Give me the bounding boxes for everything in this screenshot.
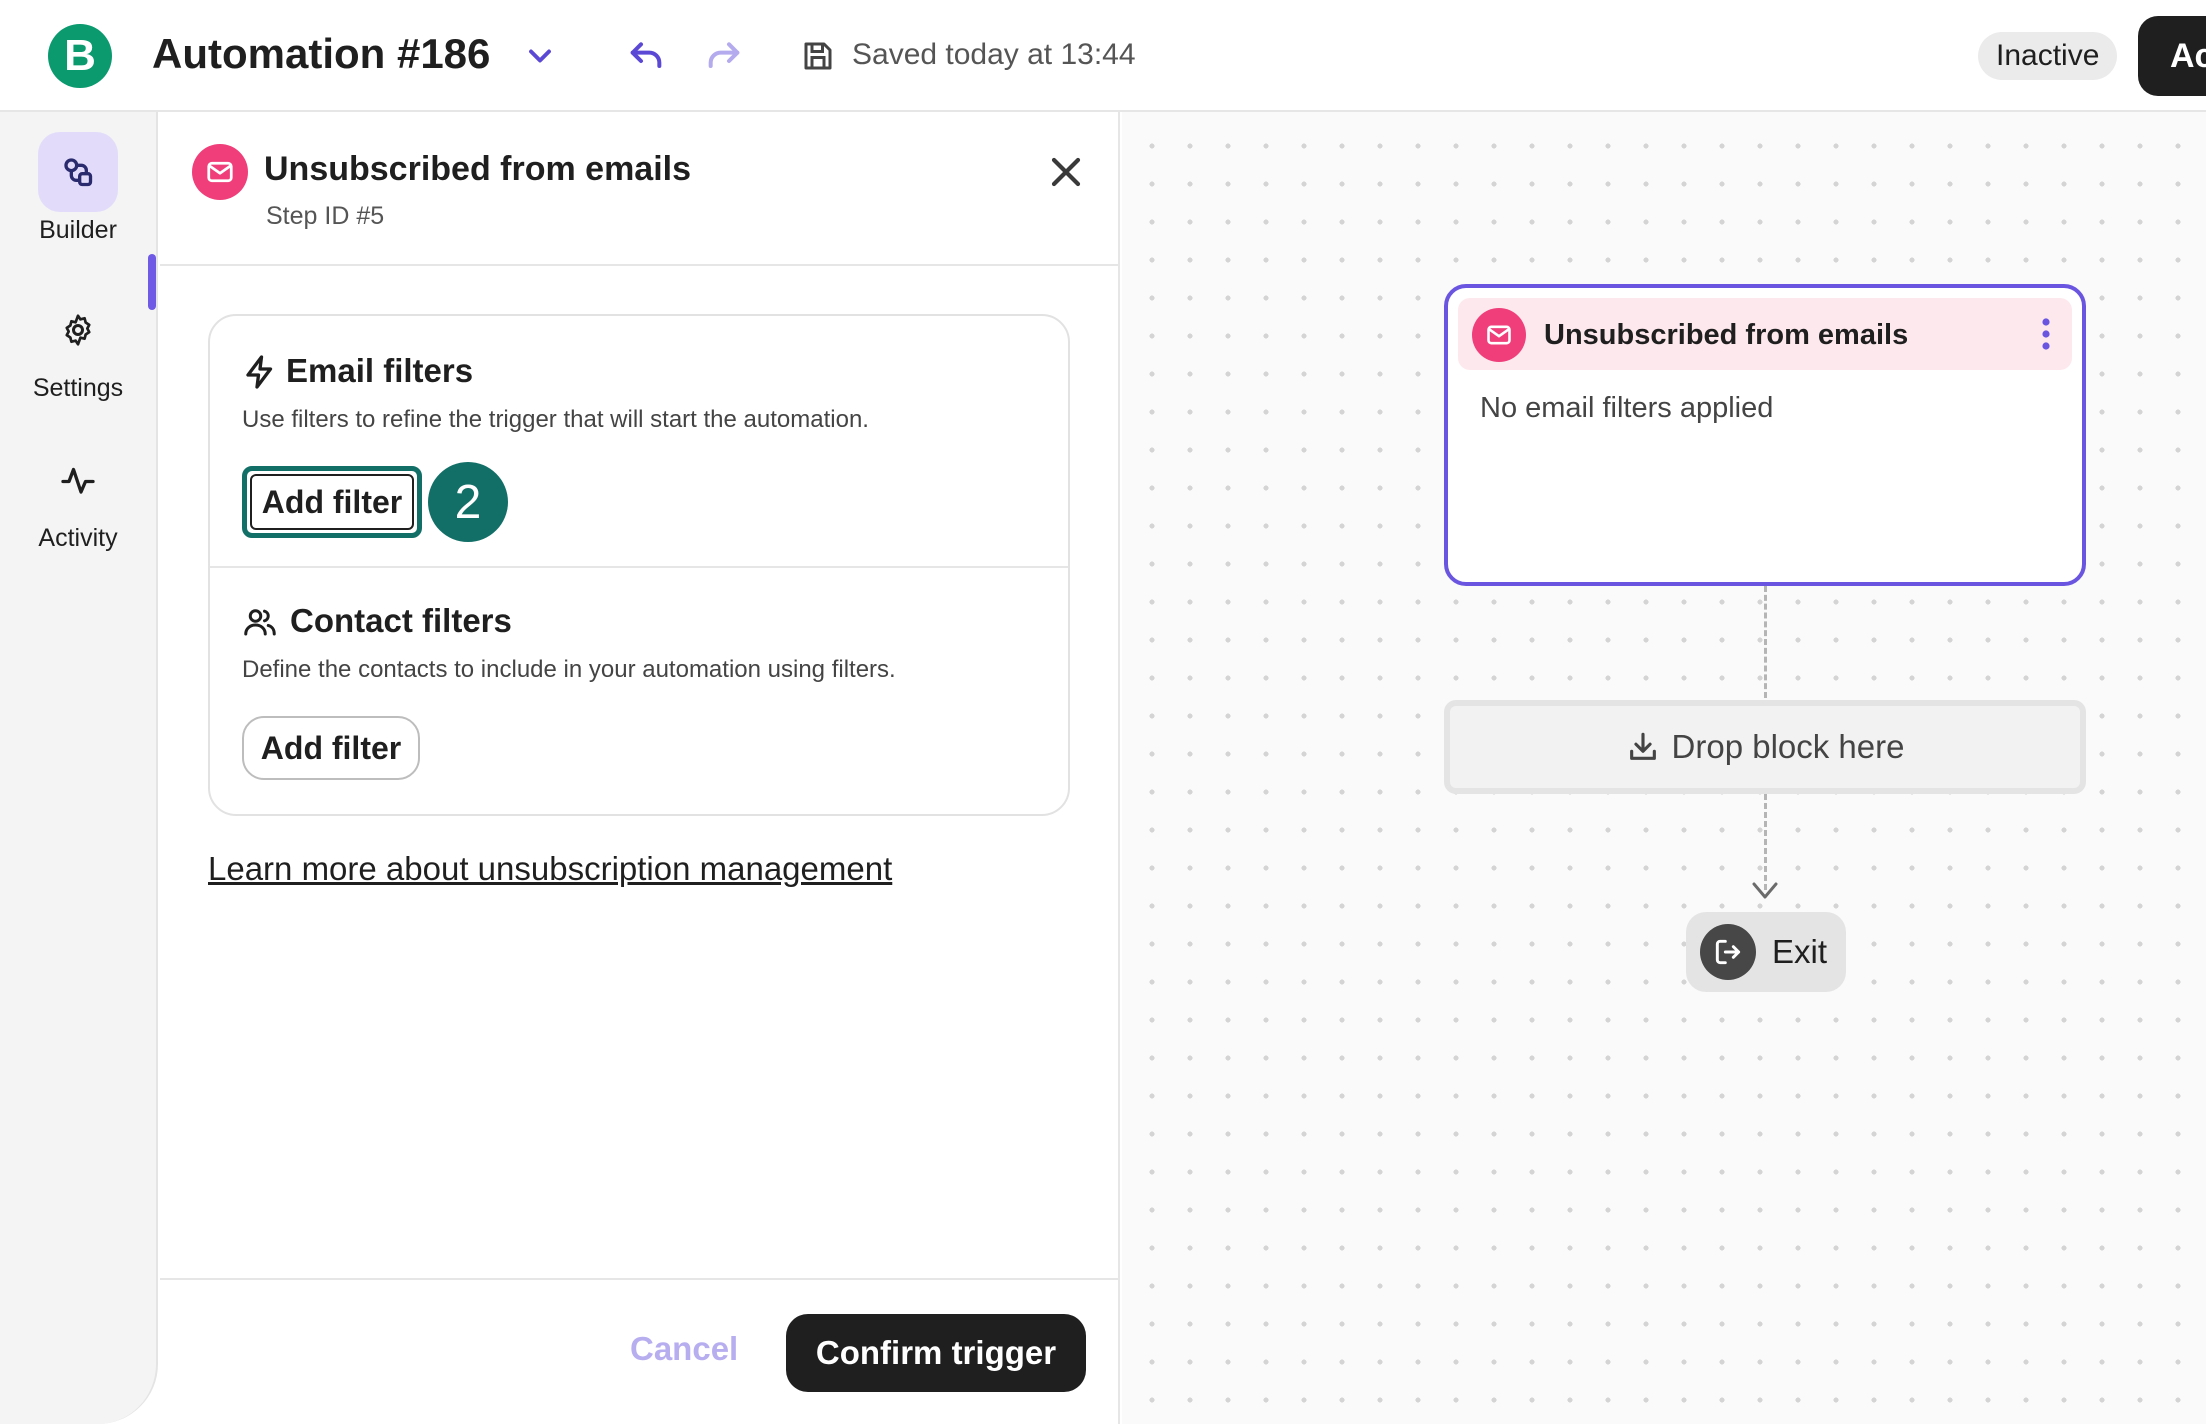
chevron-down-icon[interactable]: [522, 38, 558, 74]
add-contact-filter-button[interactable]: Add filter: [242, 716, 420, 780]
save-icon: [804, 42, 832, 70]
drop-zone-label: Drop block here: [1671, 728, 1905, 765]
undo-icon[interactable]: [626, 36, 666, 76]
sidebar-item-builder[interactable]: Builder: [0, 132, 156, 245]
connector-line: [1764, 586, 1767, 698]
trigger-settings-panel: Unsubscribed from emails Step ID #5 Emai…: [160, 112, 1120, 1424]
cancel-button[interactable]: Cancel: [630, 1330, 738, 1368]
exit-node[interactable]: Exit: [1686, 912, 1846, 992]
sidebar-item-label: Builder: [39, 216, 117, 244]
step-id: Step ID #5: [266, 202, 385, 230]
gear-icon: [65, 314, 91, 346]
close-icon: [1051, 157, 1081, 187]
saved-status: Saved today at 13:44: [852, 38, 1136, 71]
filters-card: Email filters Use filters to refine the …: [208, 314, 1070, 816]
trigger-node-summary: No email filters applied: [1480, 392, 1774, 424]
close-button[interactable]: [1042, 148, 1090, 196]
exit-icon: [1700, 924, 1756, 980]
redo-icon[interactable]: [704, 36, 744, 76]
automation-title[interactable]: Automation #186: [152, 30, 490, 78]
trigger-node-header: Unsubscribed from emails: [1458, 298, 2072, 370]
contact-filters-title: Contact filters: [290, 602, 512, 639]
contact-filters-description: Define the contacts to include in your a…: [242, 656, 896, 683]
arrow-down-icon: [1752, 882, 1778, 899]
divider: [210, 566, 1068, 568]
brevo-logo[interactable]: B: [48, 24, 112, 88]
email-filters-title: Email filters: [286, 352, 474, 389]
step-marker-badge: 2: [428, 462, 508, 542]
top-bar: B Automation #186 Saved today at 13:44 I…: [0, 0, 2206, 112]
active-indicator: [148, 254, 156, 310]
sidebar-item-label: Activity: [38, 524, 118, 552]
panel-title: Unsubscribed from emails: [264, 150, 692, 188]
connector-line: [1764, 794, 1767, 890]
builder-icon: [64, 158, 93, 187]
exit-label: Exit: [1772, 933, 1828, 970]
status-badge: Inactive: [1978, 32, 2118, 80]
activate-button[interactable]: Ac: [2138, 16, 2206, 96]
panel-header: Unsubscribed from emails Step ID #5: [160, 112, 1118, 266]
sidebar-item-label: Settings: [32, 374, 124, 402]
confirm-trigger-button[interactable]: Confirm trigger: [786, 1314, 1086, 1392]
trigger-node[interactable]: Unsubscribed from emails No email filter…: [1444, 284, 2086, 586]
left-sidebar: Builder Settings Activity: [0, 112, 158, 1424]
sidebar-item-settings[interactable]: Settings: [0, 290, 156, 403]
users-icon: [244, 609, 276, 636]
trigger-node-title: Unsubscribed from emails: [1544, 319, 1909, 351]
sidebar-item-activity[interactable]: Activity: [0, 440, 156, 553]
download-icon: [1629, 732, 1656, 760]
activity-icon: [61, 467, 95, 494]
more-vertical-icon[interactable]: [2036, 316, 2056, 352]
add-email-filter-button[interactable]: Add filter: [242, 466, 422, 538]
drop-zone[interactable]: Drop block here: [1444, 700, 2086, 794]
learn-more-link[interactable]: Learn more about unsubscription manageme…: [208, 850, 892, 888]
panel-footer: Cancel Confirm trigger: [160, 1278, 1118, 1424]
envelope-icon: [192, 144, 248, 200]
email-filters-description: Use filters to refine the trigger that w…: [242, 406, 869, 433]
lightning-icon: [246, 355, 273, 389]
envelope-icon: [1472, 308, 1526, 362]
workflow-canvas[interactable]: Unsubscribed from emails No email filter…: [1122, 112, 2206, 1424]
